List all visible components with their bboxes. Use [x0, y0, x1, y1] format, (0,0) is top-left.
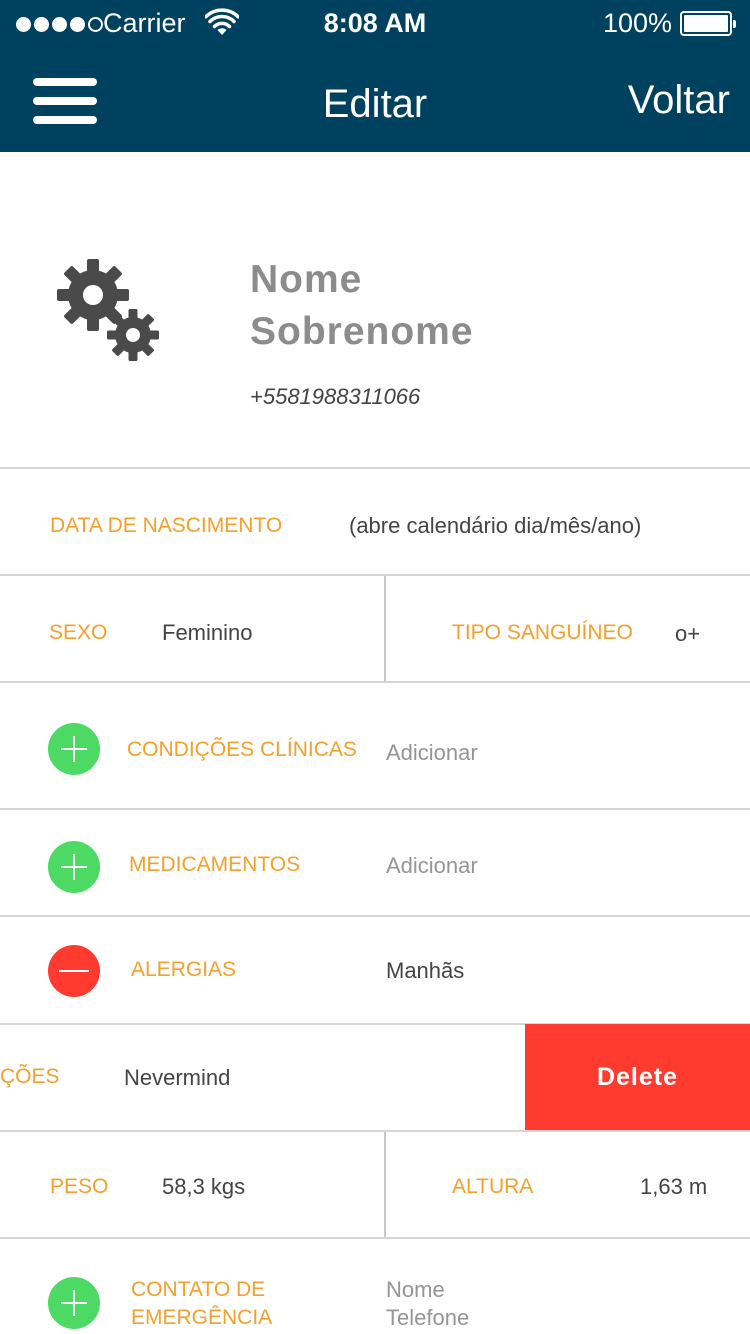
divider: [0, 574, 750, 576]
blood-type-label: TIPO SANGUÍNEO: [452, 621, 633, 644]
emergency-contact-phone-field[interactable]: Telefone: [386, 1304, 469, 1332]
medications-add-field[interactable]: Adicionar: [386, 853, 478, 879]
allergies-field[interactable]: Manhãs: [386, 958, 464, 984]
divider: [0, 1130, 750, 1132]
divider: [0, 681, 750, 683]
sex-label: SEXO: [49, 621, 108, 644]
delete-button[interactable]: Delete: [525, 1024, 750, 1131]
clinical-conditions-add-field[interactable]: Adicionar: [386, 740, 478, 766]
divider: [0, 808, 750, 810]
weight-field[interactable]: 58,3 kgs: [162, 1174, 245, 1200]
divider: [0, 915, 750, 917]
gears-icon[interactable]: [55, 255, 165, 365]
add-emergency-contact-button[interactable]: [48, 1277, 100, 1329]
clinical-conditions-label: CONDIÇÕES CLÍNICAS: [127, 738, 357, 761]
back-button[interactable]: Voltar: [628, 78, 730, 123]
battery-icon: [680, 11, 736, 36]
battery-percentage: 100%: [602, 8, 672, 38]
add-clinical-condition-button[interactable]: [48, 723, 100, 775]
birth-date-field[interactable]: (abre calendário dia/mês/ano): [349, 513, 641, 539]
allergies-label: ALERGIAS: [131, 958, 237, 981]
swiped-row-label: ÇÕES: [0, 1065, 60, 1088]
emergency-contact-name-field[interactable]: Nome: [386, 1276, 445, 1304]
divider: [384, 1132, 386, 1238]
status-bar: Carrier 8:08 AM 100%: [0, 0, 750, 48]
height-label: ALTURA: [452, 1175, 534, 1198]
blood-type-field[interactable]: o+: [675, 621, 700, 647]
weight-label: PESO: [50, 1175, 109, 1198]
swiped-row-value[interactable]: Nevermind: [124, 1065, 230, 1091]
divider: [0, 467, 750, 469]
add-medication-button[interactable]: [48, 841, 100, 893]
navigation-header: Carrier 8:08 AM 100% Editar Voltar: [0, 0, 750, 152]
emergency-contact-label-line1: CONTATO DE: [131, 1278, 266, 1301]
divider: [384, 576, 386, 682]
emergency-contact-label-line2: EMERGÊNCIA: [131, 1306, 273, 1329]
last-name[interactable]: Sobrenome: [250, 310, 474, 354]
delete-button-label: Delete: [596, 1063, 679, 1091]
phone-number: +5581988311066: [250, 384, 421, 409]
height-field[interactable]: 1,63 m: [640, 1174, 707, 1200]
divider: [0, 1237, 750, 1239]
birth-date-label: DATA DE NASCIMENTO: [50, 514, 283, 537]
first-name[interactable]: Nome: [250, 258, 362, 302]
sex-field[interactable]: Feminino: [162, 620, 252, 646]
medications-label: MEDICAMENTOS: [129, 853, 301, 876]
remove-allergy-button[interactable]: [48, 945, 100, 997]
